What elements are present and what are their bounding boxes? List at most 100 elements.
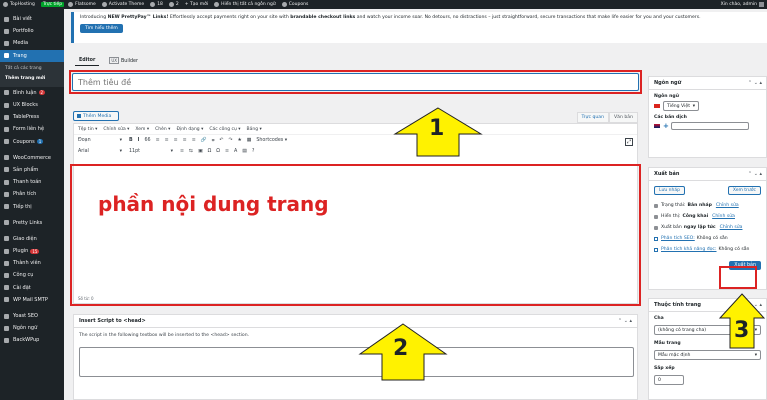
menu-file[interactable]: Tệp tin ▾ (78, 127, 97, 132)
sidebar-item-wp-mail-smtp[interactable]: WP Mail SMTP (0, 294, 64, 306)
bullet-list-icon[interactable]: ≡ (156, 138, 160, 143)
language-select[interactable]: Tiếng Việt ▾ (663, 101, 699, 111)
template-select[interactable]: Mẫu mặc định ▾ (654, 350, 761, 360)
sidebar-item-payments[interactable]: Thanh toán (0, 176, 64, 188)
sidebar-item-pages[interactable]: Trang (0, 49, 64, 62)
sidebar-item-yoast-seo[interactable]: Yoast SEO (0, 310, 64, 322)
woocommerce-icon (4, 155, 9, 161)
sidebar-item-products[interactable]: Sản phẩm (0, 164, 64, 176)
fullscreen-icon[interactable]: ⤢ (625, 138, 633, 146)
star-icon[interactable]: ★ (237, 138, 241, 143)
order-input[interactable]: 0 (654, 375, 684, 385)
menu-tools[interactable]: Các công cụ ▾ (209, 127, 240, 132)
panel-header[interactable]: Ngôn ngữ ⌃ ⌄ ▴ (649, 77, 766, 90)
numbered-list-icon[interactable]: ≡ (165, 138, 169, 143)
sidebar-item-media[interactable]: Media (0, 37, 64, 49)
sidebar-item-analytics[interactable]: Phân tích (0, 188, 64, 200)
sidebar-item-appearance[interactable]: Giao diện (0, 233, 64, 245)
align-left-icon[interactable]: ≡ (174, 138, 178, 143)
save-draft-button[interactable]: Lưu nháp (654, 186, 685, 195)
redo-icon[interactable]: ↷ (228, 138, 232, 143)
learn-more-button[interactable]: Tìm hiểu thêm (80, 24, 123, 33)
tab-editor[interactable]: Editor (75, 56, 100, 66)
translate-icon (214, 2, 220, 7)
undo-icon[interactable]: ↶ (219, 138, 223, 143)
adminbar-activate-theme[interactable]: Activate Theme (101, 2, 144, 7)
adminbar-updates[interactable]: 18 (150, 2, 163, 7)
help-icon[interactable]: ? (252, 149, 255, 154)
menu-format[interactable]: Định dạng ▾ (176, 127, 203, 132)
paste-icon[interactable]: ▣ (198, 149, 203, 154)
panel-controls[interactable]: ⌃ ⌄ ▴ (748, 171, 762, 177)
sidebar-item-languages[interactable]: Ngôn ngữ (0, 322, 64, 334)
adminbar-comments[interactable]: 2 (168, 2, 179, 7)
blockquote-icon[interactable]: 66 (144, 138, 150, 143)
tab-visual[interactable]: Trực quan (576, 112, 610, 123)
preview-button[interactable]: Xem trước (727, 186, 761, 195)
sidebar-item-portfolio[interactable]: Portfolio (0, 25, 64, 37)
submenu-all-pages[interactable]: Tất cả các trang (0, 64, 64, 74)
add-media-button[interactable]: Thêm Media (73, 111, 119, 121)
table-icon[interactable]: ▤ (242, 149, 247, 154)
sidebar-item-posts[interactable]: Bài viết (0, 13, 64, 25)
wp-logo-item[interactable]: TopHosting (3, 2, 35, 7)
justify-icon[interactable]: ≡ (180, 149, 184, 154)
panel-controls[interactable]: ⌃ ⌄ ▴ (748, 80, 762, 86)
align-center-icon[interactable]: ≡ (183, 138, 187, 143)
align-right-icon[interactable]: ≡ (192, 138, 196, 143)
metabox-header[interactable]: Insert Script to <head> ⌃ ⌄ ▴ (74, 315, 637, 328)
sidebar-item-pretty-links[interactable]: Pretty Links (0, 217, 64, 229)
edit-time-link[interactable]: Chỉnh sửa (720, 225, 743, 230)
add-translation-icon[interactable]: + (663, 122, 669, 130)
text-color-icon[interactable]: A (234, 149, 237, 154)
panel-header[interactable]: Xuất bản ⌃ ⌄ ▴ (649, 168, 766, 181)
grid-icon[interactable]: ▦ (247, 138, 252, 143)
italic-icon[interactable]: I (138, 138, 140, 143)
translation-input[interactable] (670, 122, 749, 130)
head-script-textarea[interactable] (79, 347, 634, 377)
sidebar-item-tablepress[interactable]: TablePress (0, 111, 64, 123)
indent-icon[interactable]: ⇆ (189, 149, 193, 154)
font-select[interactable]: Arial ▾ (78, 149, 124, 154)
sidebar-item-contact-form[interactable]: Form liên hệ (0, 123, 64, 135)
menu-view[interactable]: Xem ▾ (135, 127, 149, 132)
adminbar-new[interactable]: + Tạo mới (185, 2, 208, 7)
edit-visibility-link[interactable]: Chỉnh sửa (712, 214, 735, 219)
sidebar-item-ux-blocks[interactable]: UX Blocks (0, 99, 64, 111)
clear-format-icon[interactable]: Ω (208, 149, 212, 154)
sidebar-item-woocommerce[interactable]: WooCommerce (0, 152, 64, 164)
sidebar-item-coupons[interactable]: Coupons 1 (0, 136, 64, 148)
metabox-controls[interactable]: ⌃ ⌄ ▴ (618, 318, 632, 324)
sidebar-item-users[interactable]: Thành viên (0, 257, 64, 269)
wordpress-icon (3, 2, 8, 7)
sidebar-item-backwpup[interactable]: BackWPup (0, 334, 64, 346)
tab-text[interactable]: Văn bản (609, 112, 638, 123)
submenu-add-new-page[interactable]: Thêm trang mới (0, 74, 64, 84)
format-select[interactable]: Đoạn ▾ (78, 138, 124, 143)
sidebar-item-plugins[interactable]: Plugin 15 (0, 245, 64, 257)
unlink-icon[interactable]: ⌗ (212, 138, 215, 144)
menu-edit[interactable]: Chỉnh sửa ▾ (103, 127, 129, 132)
live-badge[interactable]: Trực tiếp (40, 2, 65, 7)
sidebar-item-tools[interactable]: Công cụ (0, 269, 64, 281)
readability-link[interactable]: Phân tích khả năng đọc: (661, 247, 717, 252)
bold-icon[interactable]: B (129, 138, 133, 143)
sidebar-item-settings[interactable]: Cài đặt (0, 282, 64, 294)
edit-status-link[interactable]: Chỉnh sửa (716, 203, 739, 208)
sidebar-item-comments[interactable]: Bình luận 2 (0, 87, 64, 99)
special-char-icon[interactable]: Ω (216, 149, 220, 154)
shortcodes-dropdown[interactable]: Shortcodes ▾ (256, 138, 287, 143)
adminbar-languages[interactable]: Hiển thị tất cả ngôn ngữ (214, 2, 276, 7)
adminbar-account[interactable]: Xin chào, admin (721, 0, 764, 9)
sidebar-item-marketing[interactable]: Tiếp thị (0, 200, 64, 212)
media-icon (4, 40, 9, 46)
hr-icon[interactable]: ≡ (225, 149, 229, 154)
adminbar-flatsome[interactable]: Flatsome (68, 2, 96, 7)
adminbar-coupons[interactable]: Coupons (281, 2, 308, 7)
font-size-select[interactable]: 11pt ▾ (129, 149, 175, 154)
menu-insert[interactable]: Chèn ▾ (155, 127, 170, 132)
menu-table[interactable]: Bảng ▾ (247, 127, 262, 132)
link-icon[interactable]: 🔗 (201, 138, 207, 143)
tab-ux-builder[interactable]: UX Builder (105, 56, 142, 66)
seo-analysis-link[interactable]: Phân tích SEO: (661, 236, 695, 241)
